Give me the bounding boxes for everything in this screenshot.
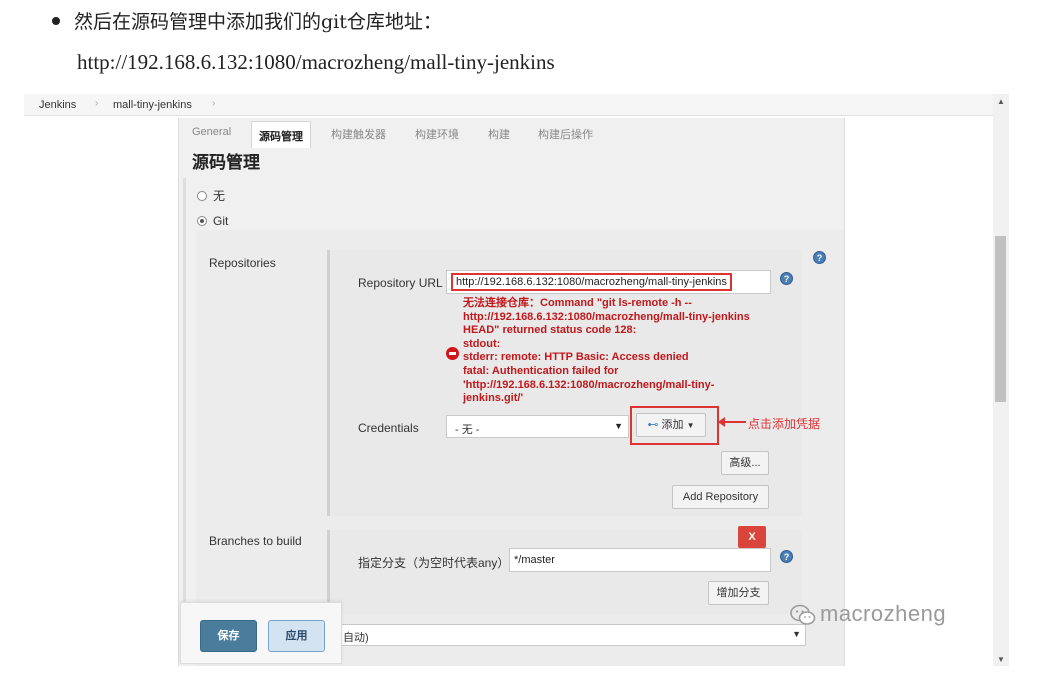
- tab-scm[interactable]: 源码管理: [251, 121, 311, 148]
- watermark: macrozheng: [790, 601, 946, 627]
- apply-button[interactable]: 应用: [268, 620, 325, 652]
- repository-url-input[interactable]: http://192.168.6.132:1080/macrozheng/mal…: [446, 270, 771, 294]
- scm-none-label: 无: [213, 189, 226, 203]
- article-instruction: 然后在源码管理中添加我们的git仓库地址：: [74, 11, 442, 33]
- article-bullet-line: 然后在源码管理中添加我们的git仓库地址：: [52, 9, 442, 35]
- help-icon[interactable]: ?: [780, 272, 793, 285]
- error-line: 无法连接仓库：Command "git ls-remote -h --: [463, 297, 692, 309]
- branch-specifier-input[interactable]: */master: [509, 548, 771, 572]
- error-line: stderr: remote: HTTP Basic: Access denie…: [463, 351, 689, 364]
- jenkins-screenshot: Jenkins › mall-tiny-jenkins › ▲ ▼ Genera…: [24, 94, 1009, 666]
- branches-label: Branches to build: [209, 534, 302, 548]
- repository-url-value: http://192.168.6.132:1080/macrozheng/mal…: [451, 273, 732, 291]
- credentials-label: Credentials: [358, 421, 419, 435]
- error-line: 'http://192.168.6.132:1080/macrozheng/ma…: [463, 378, 715, 391]
- error-line: stdout:: [463, 337, 501, 350]
- delete-branch-button[interactable]: X: [738, 526, 766, 548]
- tab-build[interactable]: 构建: [488, 126, 510, 142]
- config-tabs: General 源码管理 构建触发器 构建环境 构建 构建后操作: [179, 118, 844, 148]
- add-branch-button[interactable]: 增加分支: [708, 581, 769, 605]
- radio-none[interactable]: [197, 190, 207, 201]
- error-line: HEAD" returned status code 128:: [463, 324, 637, 337]
- add-credentials-label: 添加: [661, 419, 684, 431]
- help-icon[interactable]: ?: [780, 550, 793, 563]
- add-credentials-button[interactable]: ⊷ 添加 ▼: [636, 413, 706, 437]
- tab-build-env[interactable]: 构建环境: [415, 126, 459, 142]
- article-repo-url: http://192.168.6.132:1080/macrozheng/mal…: [77, 50, 555, 74]
- scm-option-none[interactable]: 无: [197, 187, 225, 204]
- chevron-right-icon: ›: [95, 98, 99, 109]
- vertical-scrollbar[interactable]: ▲ ▼: [993, 94, 1009, 666]
- tab-general[interactable]: General: [192, 126, 231, 138]
- tab-post-build[interactable]: 构建后操作: [538, 126, 593, 142]
- credentials-select[interactable]: - 无 - ▼: [446, 415, 629, 438]
- advanced-button[interactable]: 高级...: [721, 451, 769, 475]
- repository-browser-select[interactable]: 自动) ▼: [336, 624, 806, 646]
- dropdown-arrow-icon: ▼: [792, 629, 801, 639]
- error-line: http://192.168.6.132:1080/macrozheng/mal…: [463, 310, 750, 323]
- scroll-down-icon[interactable]: ▼: [997, 655, 1005, 664]
- key-icon: ⊷: [647, 419, 659, 431]
- breadcrumb: Jenkins › mall-tiny-jenkins ›: [24, 94, 993, 116]
- repositories-label: Repositories: [209, 256, 276, 270]
- wechat-icon: [790, 604, 816, 625]
- section-divider: [183, 178, 186, 664]
- scroll-thumb[interactable]: [995, 236, 1006, 402]
- scm-option-git[interactable]: Git: [197, 214, 228, 228]
- save-button[interactable]: 保存: [200, 620, 257, 652]
- bullet-icon: [52, 17, 60, 25]
- radio-git[interactable]: [197, 215, 207, 226]
- error-icon: [446, 347, 459, 360]
- branch-specifier-label: 指定分支（为空时代表any）: [358, 556, 510, 570]
- tab-build-triggers[interactable]: 构建触发器: [331, 126, 386, 142]
- error-line: jenkins.git/': [463, 392, 524, 405]
- scm-git-label: Git: [213, 214, 229, 228]
- annotation-arrow-icon: [718, 417, 746, 427]
- breadcrumb-project[interactable]: mall-tiny-jenkins: [113, 99, 192, 111]
- caret-down-icon: ▼: [686, 421, 695, 430]
- add-repository-button[interactable]: Add Repository: [672, 485, 769, 509]
- chevron-right-icon[interactable]: ›: [212, 98, 215, 109]
- dropdown-arrow-icon: ▼: [614, 421, 623, 431]
- repository-browser-value: 自动): [343, 632, 369, 644]
- breadcrumb-jenkins[interactable]: Jenkins: [39, 99, 76, 111]
- repository-error-message: 无法连接仓库：Command "git ls-remote -h -- http…: [463, 297, 793, 406]
- section-title: 源码管理: [192, 153, 260, 172]
- annotation-text: 点击添加凭据: [748, 417, 821, 431]
- error-line: fatal: Authentication failed for: [463, 364, 619, 377]
- watermark-text: macrozheng: [820, 601, 947, 626]
- credentials-value: - 无 -: [455, 424, 480, 436]
- repository-url-label: Repository URL: [358, 276, 443, 290]
- help-icon[interactable]: ?: [813, 251, 826, 264]
- scroll-up-icon[interactable]: ▲: [997, 97, 1005, 106]
